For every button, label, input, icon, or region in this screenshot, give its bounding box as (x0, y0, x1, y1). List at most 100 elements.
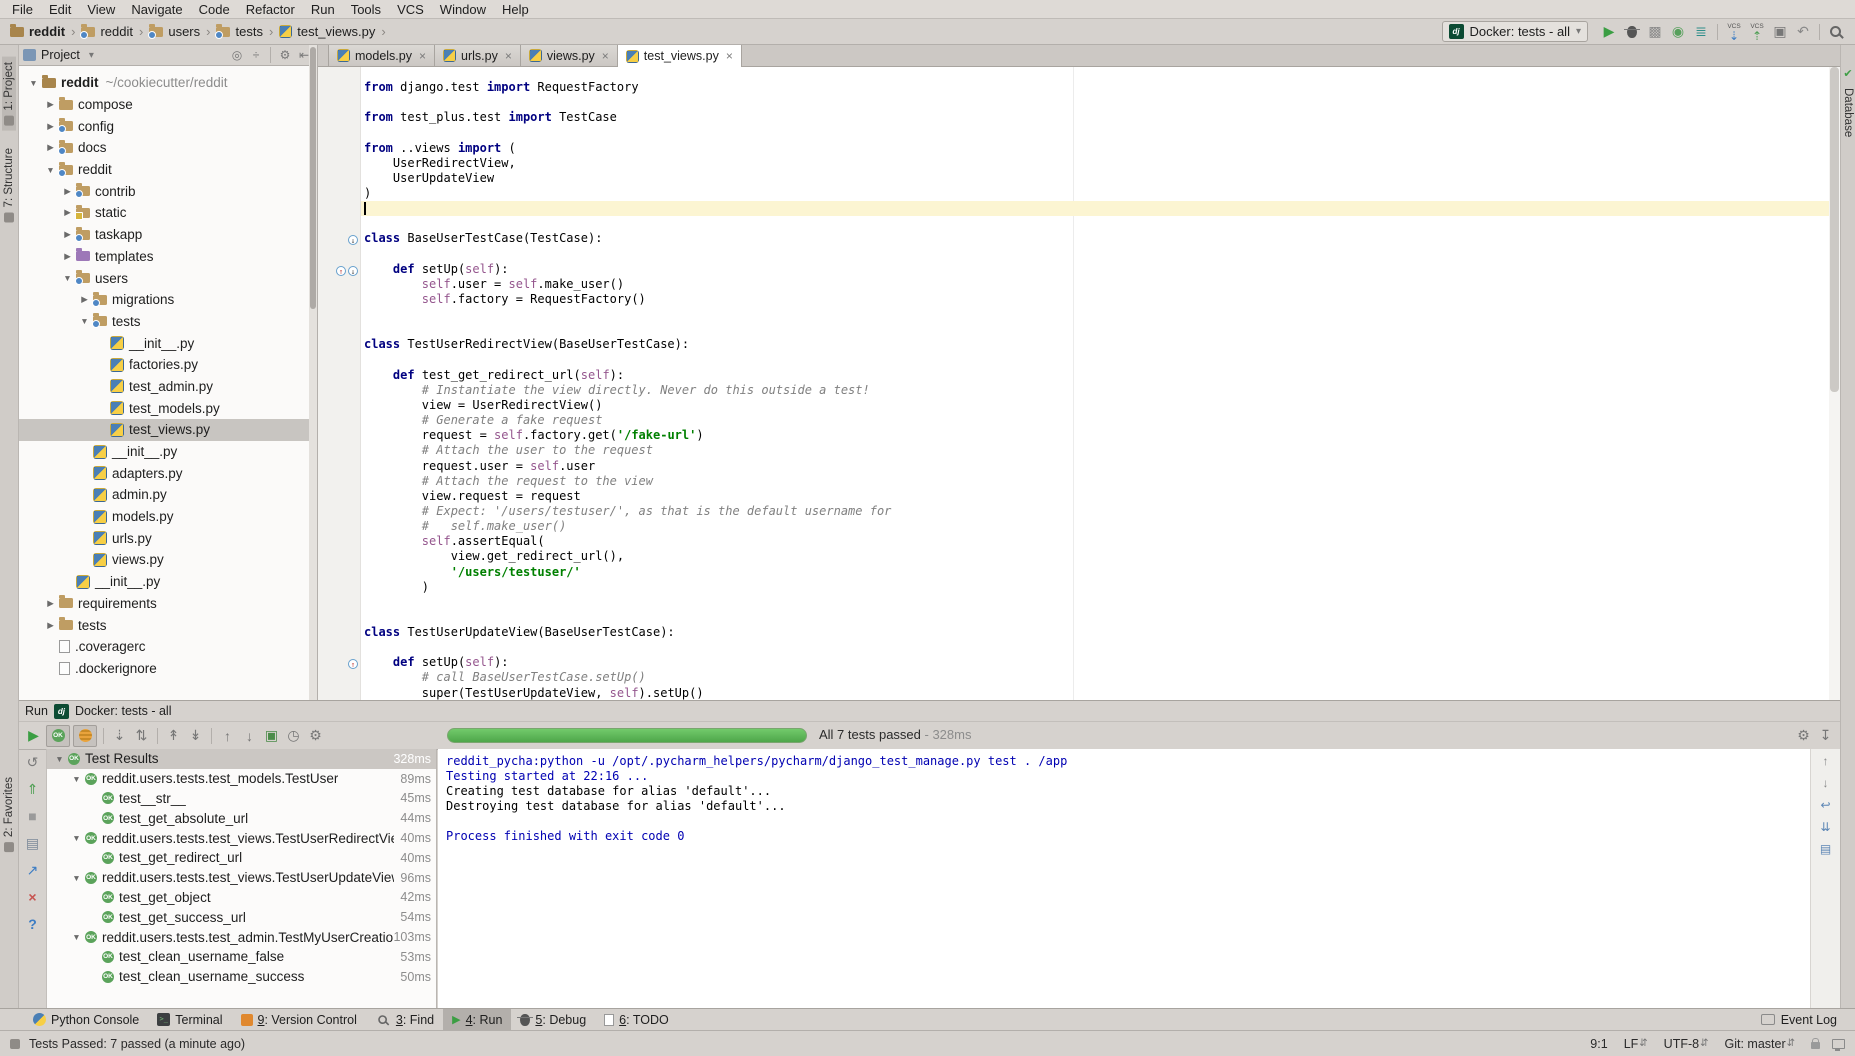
tab-views-py[interactable]: views.py× (521, 45, 618, 66)
toggle-auto-test-icon[interactable]: ⇑ (22, 780, 44, 798)
tree-item-migrations[interactable]: ▶migrations (19, 289, 317, 311)
shelf-icon[interactable]: ▣ (1769, 22, 1791, 42)
show-ignored-toggle[interactable] (73, 725, 97, 747)
sort-alphabetically-icon[interactable]: ⇣ (109, 726, 130, 746)
tree-item-adapters-py[interactable]: adapters.py (19, 462, 317, 484)
run-test-icon[interactable]: ↓ (348, 266, 358, 276)
menu-view[interactable]: View (79, 0, 123, 19)
export-test-results-icon[interactable]: ▣ (261, 726, 282, 746)
stripe-button-project[interactable]: 1: Project (2, 57, 16, 131)
test-item-reddit-users-tests-test-views-testuserupdateview[interactable]: ▼reddit.users.tests.test_views.TestUserU… (47, 868, 436, 888)
tree-item-taskapp[interactable]: ▶taskapp (19, 224, 317, 246)
status-encoding[interactable]: UTF-8⇵ (1664, 1037, 1709, 1051)
vcs-commit-icon[interactable]: VCS⇡ (1746, 22, 1768, 42)
profiler-icon[interactable]: ◉ (1667, 22, 1689, 42)
menu-vcs[interactable]: VCS (389, 0, 432, 19)
expand-arrow-icon[interactable]: ▶ (61, 207, 74, 218)
test-item-reddit-users-tests-test-models-testuser[interactable]: ▼reddit.users.tests.test_models.TestUser… (47, 769, 436, 789)
tree-item-reddit[interactable]: ▼reddit (19, 159, 317, 181)
tree-item--dockerignore[interactable]: .dockerignore (19, 658, 317, 680)
tree-item-admin-py[interactable]: admin.py (19, 484, 317, 506)
tab-urls-py[interactable]: urls.py× (435, 45, 521, 66)
expand-arrow-icon[interactable]: ▼ (53, 754, 66, 764)
tree-item-compose[interactable]: ▶compose (19, 94, 317, 116)
print-icon[interactable]: ▤ (1815, 841, 1837, 857)
status-git-branch[interactable]: Git: master⇵ (1724, 1037, 1795, 1051)
rerun-failed-icon[interactable]: ↺ (22, 753, 44, 771)
close-tab-icon[interactable]: × (419, 49, 426, 63)
vcs-update-icon[interactable]: VCS⇣ (1723, 22, 1745, 42)
tree-item-contrib[interactable]: ▶contrib (19, 180, 317, 202)
test-item-test-results[interactable]: ▼Test Results328ms (47, 749, 436, 769)
tree-item-factories-py[interactable]: factories.py (19, 354, 317, 376)
settings-icon[interactable]: ⚙ (276, 46, 294, 64)
expand-arrow-icon[interactable]: ▶ (44, 99, 57, 110)
expand-arrow-icon[interactable]: ▼ (78, 316, 91, 326)
dump-console-icon[interactable]: ▤ (22, 834, 44, 852)
toolwindow-terminal[interactable]: Terminal (148, 1009, 231, 1030)
menu-navigate[interactable]: Navigate (123, 0, 190, 19)
menu-code[interactable]: Code (191, 0, 238, 19)
hector-icon[interactable] (1832, 1039, 1845, 1049)
collapse-all-icon[interactable]: ↡ (185, 726, 206, 746)
tree-item-test-admin-py[interactable]: test_admin.py (19, 376, 317, 398)
more-options-icon[interactable]: ⚙ (305, 726, 326, 746)
expand-arrow-icon[interactable]: ▼ (70, 833, 83, 843)
expand-arrow-icon[interactable]: ▶ (44, 121, 57, 132)
status-caret-position[interactable]: 9:1 (1590, 1037, 1607, 1051)
status-line-ending[interactable]: LF⇵ (1624, 1037, 1648, 1051)
tree-item-templates[interactable]: ▶templates (19, 246, 317, 268)
test-item-test-get-success-url[interactable]: test_get_success_url54ms (47, 907, 436, 927)
toolwindow-run[interactable]: ▶4: Run (443, 1009, 511, 1030)
test-item-test-get-redirect-url[interactable]: test_get_redirect_url40ms (47, 848, 436, 868)
test-item-reddit-users-tests-test-admin-testmyusercreationform[interactable]: ▼reddit.users.tests.test_admin.TestMyUse… (47, 927, 436, 947)
tree-item-tests[interactable]: ▼tests (19, 311, 317, 333)
stripe-button-favorites[interactable]: 2: Favorites (2, 772, 16, 857)
scroll-to-end-icon[interactable]: ⇊ (1815, 819, 1837, 835)
run-test-icon[interactable]: ↓ (348, 235, 358, 245)
rerun-tests-icon[interactable]: ▶ (23, 726, 44, 746)
tree-item-config[interactable]: ▶config (19, 115, 317, 137)
tree-item--init-py[interactable]: __init__.py (19, 571, 317, 593)
tab-test_views-py[interactable]: test_views.py× (618, 45, 742, 67)
editor-scrollbar[interactable] (1829, 67, 1840, 700)
menu-window[interactable]: Window (432, 0, 494, 19)
run-test-icon[interactable]: ↑ (348, 659, 358, 669)
collapse-all-icon[interactable]: ÷ (247, 46, 265, 64)
undo-icon[interactable]: ↶ (1792, 22, 1814, 42)
menu-help[interactable]: Help (494, 0, 537, 19)
tree-item-tests[interactable]: ▶tests (19, 614, 317, 636)
test-item-test-clean-username-false[interactable]: test_clean_username_false53ms (47, 947, 436, 967)
tree-item-models-py[interactable]: models.py (19, 506, 317, 528)
test-item-test-str-[interactable]: test__str__45ms (47, 789, 436, 809)
expand-arrow-icon[interactable]: ▼ (70, 932, 83, 942)
next-failed-test-icon[interactable]: ↓ (239, 726, 260, 746)
stripe-button-structure[interactable]: 7: Structure (2, 143, 16, 227)
code-editor[interactable]: from django.test import RequestFactoryfr… (318, 67, 1840, 700)
tree-item-urls-py[interactable]: urls.py (19, 527, 317, 549)
tree-item-static[interactable]: ▶static (19, 202, 317, 224)
menu-tools[interactable]: Tools (343, 0, 389, 19)
tree-item-docs[interactable]: ▶docs (19, 137, 317, 159)
expand-arrow-icon[interactable]: ▼ (61, 273, 74, 283)
tree-item-requirements[interactable]: ▶requirements (19, 593, 317, 615)
expand-arrow-icon[interactable]: ▶ (61, 229, 74, 240)
project-view-select[interactable]: Project ▾ (23, 48, 94, 62)
close-tab-icon[interactable]: × (726, 49, 733, 63)
tree-item-users[interactable]: ▼users (19, 267, 317, 289)
stripe-button-database[interactable]: Database (1842, 84, 1854, 141)
toolwindow-toggle-icon[interactable] (10, 1039, 20, 1049)
sort-by-duration-icon[interactable]: ⇅ (131, 726, 152, 746)
lock-icon[interactable] (1811, 1042, 1820, 1049)
tab-models-py[interactable]: models.py× (328, 45, 435, 66)
expand-arrow-icon[interactable]: ▼ (44, 165, 57, 175)
menu-file[interactable]: File (4, 0, 41, 19)
test-item-test-get-absolute-url[interactable]: test_get_absolute_url44ms (47, 808, 436, 828)
breadcrumb-item-reddit[interactable]: reddit (79, 24, 135, 39)
toolwindow-python-console[interactable]: Python Console (24, 1009, 148, 1030)
run-configuration-select[interactable]: Docker: tests - all ▾ (1442, 21, 1588, 42)
toolwindow-debug[interactable]: 5: Debug (511, 1009, 595, 1030)
test-history-icon[interactable]: ◷ (283, 726, 304, 746)
expand-arrow-icon[interactable]: ▶ (44, 620, 57, 631)
settings-icon[interactable]: ⚙ (1793, 725, 1814, 745)
